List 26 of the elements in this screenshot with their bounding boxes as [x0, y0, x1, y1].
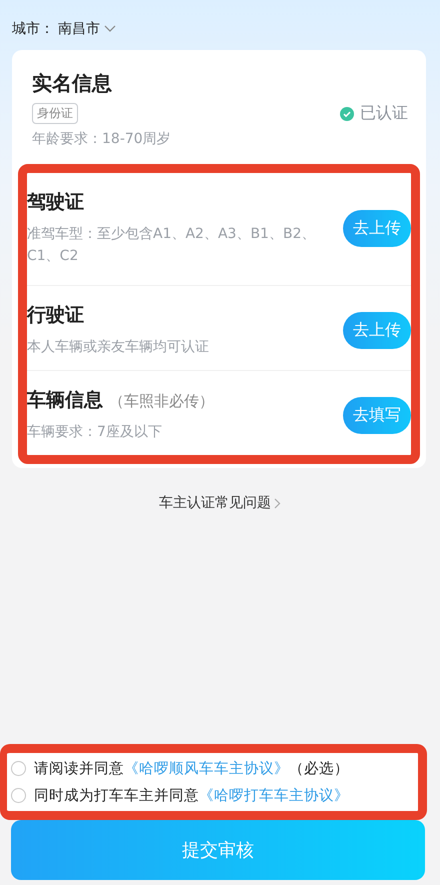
agreement-link[interactable]: 《哈啰打车车主协议》 — [199, 788, 349, 804]
radio-button[interactable] — [11, 761, 26, 776]
section-title: 实名信息 — [32, 70, 113, 97]
item-note: （车照非必传） — [109, 392, 214, 411]
action-button[interactable]: 去填写 — [343, 396, 411, 434]
faq-link[interactable]: 车主认证常见问题 — [159, 494, 271, 512]
verification-status: 已认证 — [360, 103, 408, 124]
agreement-link[interactable]: 《哈啰顺风车车主协议》 — [124, 761, 289, 777]
item-description: 本人车辆或亲友车辆均可认证 — [27, 338, 210, 357]
action-button[interactable]: 去上传 — [343, 210, 411, 246]
agreement-text: 同时成为打车车主并同意《哈啰打车车主协议》 — [34, 786, 349, 805]
item-title: 车辆信息 — [27, 388, 103, 413]
submit-button[interactable]: 提交审核 — [11, 820, 425, 880]
age-requirement: 年龄要求：18-70周岁 — [32, 130, 172, 148]
city-selector[interactable]: 南昌市 — [58, 20, 100, 38]
radio-button[interactable] — [11, 788, 26, 803]
agreement-text: 请阅读并同意《哈啰顺风车车主协议》（必选） — [34, 760, 349, 778]
chevron-right-icon[interactable] — [274, 498, 281, 508]
city-label: 城市： — [12, 20, 54, 38]
item-description: 车辆要求：7座及以下 — [27, 423, 163, 442]
item-description: 准驾车型：至少包含A1、A2、A3、B1、B2、C1、C2 — [27, 225, 316, 266]
chevron-down-icon[interactable] — [104, 25, 116, 33]
action-button[interactable]: 去上传 — [343, 312, 411, 348]
item-title: 驾驶证 — [27, 190, 84, 215]
item-title: 行驶证 — [27, 303, 84, 328]
id-card-tag: 身份证 — [32, 103, 78, 124]
